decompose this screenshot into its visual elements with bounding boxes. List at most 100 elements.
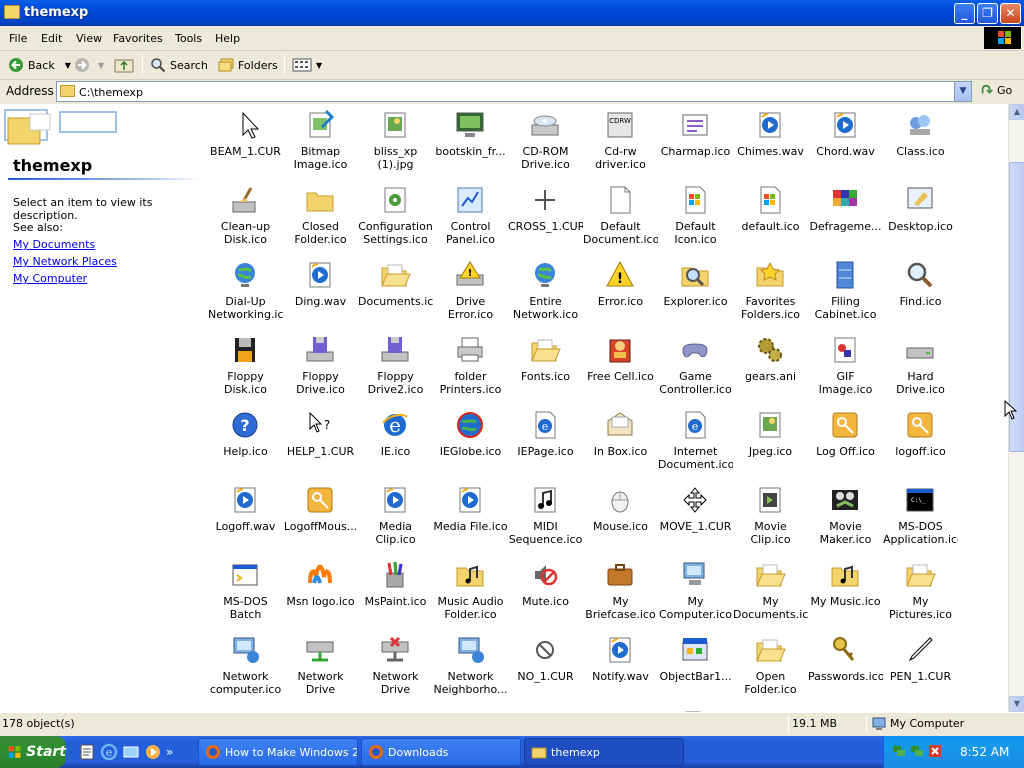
file-item[interactable]: logoff.ico <box>883 404 958 479</box>
up-folder-button[interactable] <box>114 55 134 75</box>
file-item[interactable]: Network Neighborho... <box>433 629 508 704</box>
menu-file[interactable]: File <box>9 32 27 45</box>
menu-tools[interactable]: Tools <box>175 32 202 45</box>
file-item[interactable]: My Documents.ico <box>733 554 808 629</box>
security-alert-icon[interactable] <box>928 744 942 758</box>
file-item[interactable]: Hard Drive.ico <box>883 329 958 404</box>
file-item[interactable]: Floppy Disk.ico <box>208 329 283 404</box>
minimize-button[interactable]: _ <box>954 3 975 24</box>
file-item[interactable]: Mute.ico <box>508 554 583 629</box>
file-item[interactable]: Fonts.ico <box>508 329 583 404</box>
file-item[interactable]: Default Icon.ico <box>658 179 733 254</box>
close-button[interactable]: ✕ <box>1000 3 1021 24</box>
file-item[interactable]: e IEPage.ico <box>508 404 583 479</box>
file-item[interactable]: MOVE_1.CUR <box>658 479 733 554</box>
file-item[interactable]: LogoffMous... <box>283 479 358 554</box>
task-downloads[interactable]: Downloads <box>361 738 521 766</box>
file-item[interactable]: Network Drive (offline).ico <box>358 629 433 704</box>
notepad-icon[interactable] <box>78 743 96 761</box>
file-item[interactable] <box>508 704 583 712</box>
file-item[interactable]: Media Clip.ico <box>358 479 433 554</box>
file-item[interactable]: Ding.wav <box>283 254 358 329</box>
file-item[interactable]: ? HELP_1.CUR <box>283 404 358 479</box>
file-item[interactable]: ! Drive Error.ico <box>433 254 508 329</box>
file-item[interactable]: Charmap.ico <box>658 104 733 179</box>
file-item[interactable]: Msn logo.ico <box>283 554 358 629</box>
link-my-computer[interactable]: My Computer <box>13 272 87 285</box>
file-item[interactable]: Floppy Drive2.ico <box>358 329 433 404</box>
file-item[interactable]: MIDI Sequence.ico <box>508 479 583 554</box>
menu-edit[interactable]: Edit <box>41 32 62 45</box>
file-item[interactable]: Free Cell.ico <box>583 329 658 404</box>
show-desktop-icon[interactable] <box>122 743 140 761</box>
file-item[interactable]: bliss_xp (1).jpg <box>358 104 433 179</box>
file-item[interactable]: Media File.ico <box>433 479 508 554</box>
file-item[interactable]: Clean-up Disk.ico <box>208 179 283 254</box>
file-item[interactable] <box>358 704 433 712</box>
link-my-documents[interactable]: My Documents <box>13 238 95 251</box>
file-item[interactable]: Class.ico <box>883 104 958 179</box>
file-item[interactable] <box>883 704 958 712</box>
link-my-network-places[interactable]: My Network Places <box>13 255 117 268</box>
file-item[interactable]: ObjectBar1... <box>658 629 733 704</box>
file-item[interactable]: Closed Folder.ico <box>283 179 358 254</box>
file-item[interactable]: ! Error.ico <box>583 254 658 329</box>
file-item[interactable]: Dial-Up Networking.ico <box>208 254 283 329</box>
task-themexp[interactable]: themexp <box>524 738 684 766</box>
file-item[interactable]: CD-ROM Drive.ico <box>508 104 583 179</box>
file-item[interactable]: Explorer.ico <box>658 254 733 329</box>
file-item[interactable]: Movie Clip.ico <box>733 479 808 554</box>
file-item[interactable]: In Box.ico <box>583 404 658 479</box>
file-item[interactable]: Music Audio Folder.ico <box>433 554 508 629</box>
file-item[interactable]: Mouse.ico <box>583 479 658 554</box>
forward-dropdown-icon[interactable]: ▼ <box>98 61 104 70</box>
title-bar[interactable]: themexp _ ❐ ✕ <box>0 0 1024 26</box>
address-field[interactable]: C:\themexp ▼ <box>56 81 972 102</box>
menu-help[interactable]: Help <box>215 32 240 45</box>
file-item[interactable]: Entire Network.ico <box>508 254 583 329</box>
file-item[interactable]: Desktop.ico <box>883 179 958 254</box>
file-item[interactable]: Open Folder.ico <box>733 629 808 704</box>
file-item[interactable]: BEAM_1.CUR <box>208 104 283 179</box>
file-item[interactable]: e Internet Document.ico <box>658 404 733 479</box>
file-item[interactable] <box>283 704 358 712</box>
file-item[interactable]: Logoff.wav <box>208 479 283 554</box>
file-item[interactable]: default.ico <box>733 179 808 254</box>
file-item[interactable]: Chimes.wav <box>733 104 808 179</box>
folders-button[interactable]: Folders <box>218 55 278 75</box>
file-item[interactable]: IEGlobe.ico <box>433 404 508 479</box>
file-item[interactable]: Configuration Settings.ico <box>358 179 433 254</box>
file-item[interactable] <box>583 704 658 712</box>
forward-button[interactable]: ▼ <box>74 55 104 75</box>
file-item[interactable]: ? Help.ico <box>208 404 283 479</box>
file-item[interactable]: GIF Image.ico <box>808 329 883 404</box>
file-item[interactable]: Movie Maker.ico <box>808 479 883 554</box>
network-tray-icon[interactable] <box>910 744 924 758</box>
file-item[interactable] <box>433 704 508 712</box>
file-item[interactable]: Game Controller.ico <box>658 329 733 404</box>
file-item[interactable]: MsPaint.ico <box>358 554 433 629</box>
file-item[interactable]: My Computer.ico <box>658 554 733 629</box>
file-item[interactable]: My Music.ico <box>808 554 883 629</box>
file-item[interactable]: Notify.wav <box>583 629 658 704</box>
search-button[interactable]: Search <box>150 55 208 75</box>
maximize-button[interactable]: ❐ <box>977 3 998 24</box>
media-player-icon[interactable] <box>144 743 162 761</box>
file-item[interactable]: e IE.ico <box>358 404 433 479</box>
quicklaunch-overflow-icon[interactable]: » <box>166 745 173 759</box>
file-item[interactable] <box>658 704 733 712</box>
file-item[interactable]: Passwords.ico <box>808 629 883 704</box>
file-item[interactable]: Chord.wav <box>808 104 883 179</box>
file-item[interactable]: Jpeg.ico <box>733 404 808 479</box>
go-button[interactable]: Go <box>980 83 1012 97</box>
file-item[interactable]: PEN_1.CUR <box>883 629 958 704</box>
clock[interactable]: 8:52 AM <box>960 745 1009 759</box>
file-item[interactable]: Filing Cabinet.ico <box>808 254 883 329</box>
file-list-pane[interactable]: CDRW BEAM_1.CUR Bitmap Image.ico bliss_xp (… <box>208 104 1008 712</box>
file-item[interactable]: Network computer.ico <box>208 629 283 704</box>
address-dropdown-icon[interactable]: ▼ <box>954 82 971 101</box>
file-item[interactable]: Find.ico <box>883 254 958 329</box>
views-button[interactable]: ▼ <box>292 55 322 75</box>
file-item[interactable]: Default Document.ico <box>583 179 658 254</box>
file-item[interactable]: CROSS_1.CUR <box>508 179 583 254</box>
